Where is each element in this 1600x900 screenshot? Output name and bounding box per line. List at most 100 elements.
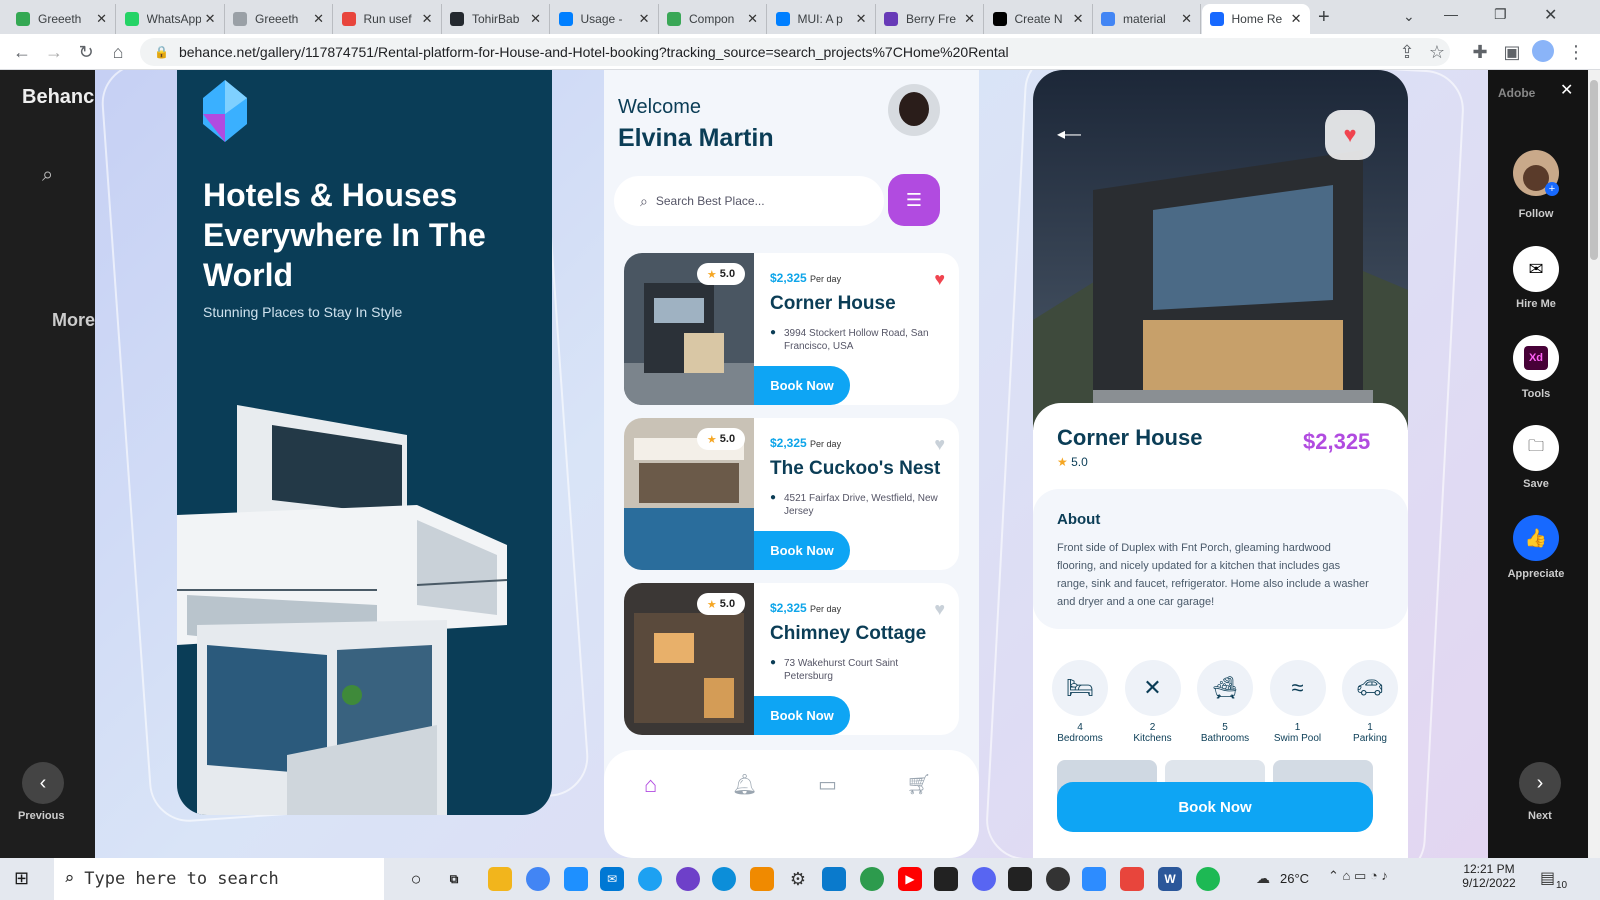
- heart-outline-icon[interactable]: ♥: [934, 434, 945, 455]
- tab-search-icon[interactable]: ⌄: [1403, 8, 1415, 25]
- tab-close-icon[interactable]: ✕: [1181, 11, 1192, 27]
- browser-tab[interactable]: Compon ✕: [659, 4, 767, 34]
- tab-close-icon[interactable]: ✕: [639, 11, 650, 27]
- discord-icon[interactable]: [972, 867, 996, 891]
- terminal-icon[interactable]: [934, 867, 958, 891]
- tab-close-icon[interactable]: ✕: [96, 11, 107, 27]
- hire-me-label[interactable]: Hire Me: [1488, 298, 1584, 310]
- edge-icon[interactable]: [712, 867, 736, 891]
- favorite-heart-icon[interactable]: ♥: [1325, 110, 1375, 160]
- figma-icon[interactable]: [1008, 867, 1032, 891]
- browser-tab[interactable]: Greeeth ✕: [8, 4, 116, 34]
- tab-close-icon[interactable]: ✕: [1291, 11, 1302, 27]
- follow-plus-icon[interactable]: +: [1545, 182, 1559, 196]
- tab-close-icon[interactable]: ✕: [856, 11, 867, 27]
- close-window-button[interactable]: ✕: [1544, 5, 1557, 25]
- youtube-icon[interactable]: ▶: [898, 867, 922, 891]
- wallet-icon[interactable]: ▭: [818, 772, 837, 797]
- browser-icon[interactable]: [860, 867, 884, 891]
- menu-icon[interactable]: ⋮: [1564, 40, 1588, 64]
- profile-avatar[interactable]: [1532, 40, 1554, 62]
- book-now-button[interactable]: Book Now: [754, 366, 850, 405]
- appreciate-label[interactable]: Appreciate: [1488, 568, 1584, 580]
- spotify-icon[interactable]: [1196, 867, 1220, 891]
- tab-close-icon[interactable]: ✕: [1073, 11, 1084, 27]
- back-arrow-icon[interactable]: ◂—: [1057, 124, 1081, 144]
- bookmark-star-icon[interactable]: ☆: [1425, 40, 1449, 64]
- back-icon[interactable]: ←: [10, 40, 34, 64]
- detail-book-now-button[interactable]: Book Now: [1057, 782, 1373, 832]
- task-view-icon[interactable]: ⧉: [442, 867, 466, 891]
- browser-tab[interactable]: Run usef ✕: [334, 4, 442, 34]
- previous-button[interactable]: ‹: [22, 762, 64, 804]
- vscode-icon[interactable]: [822, 867, 846, 891]
- cart-icon[interactable]: 🛒︎: [906, 772, 931, 797]
- follow-label[interactable]: Follow: [1488, 208, 1584, 220]
- github-desktop-icon[interactable]: [676, 867, 700, 891]
- cortana-icon[interactable]: ○: [404, 867, 428, 891]
- zoom-icon[interactable]: [1082, 867, 1106, 891]
- anydesk-icon[interactable]: [1120, 867, 1144, 891]
- listing-card[interactable]: ★ 5.0 $2,325 Per day The Cuckoo's Nest ● …: [624, 418, 959, 570]
- browser-tab[interactable]: material ✕: [1093, 4, 1201, 34]
- home-icon[interactable]: ⌂: [644, 772, 657, 798]
- browser-tab[interactable]: Create N ✕: [985, 4, 1093, 34]
- tools-button[interactable]: Xd: [1513, 335, 1559, 381]
- chrome-icon[interactable]: [526, 867, 550, 891]
- notifications-icon[interactable]: ▤: [1540, 868, 1555, 888]
- tab-close-icon[interactable]: ✕: [205, 11, 216, 27]
- mail-icon[interactable]: ✉: [1513, 246, 1559, 292]
- bell-icon[interactable]: 🔔︎: [732, 772, 757, 797]
- weather-temp[interactable]: 26°C: [1280, 871, 1309, 886]
- listing-card[interactable]: ★ 5.0 $2,325 Per day Corner House ● 3994 …: [624, 253, 959, 405]
- thumbs-up-icon[interactable]: 👍: [1513, 515, 1559, 561]
- forward-icon[interactable]: →: [42, 40, 66, 64]
- filter-button[interactable]: ☰: [888, 174, 940, 226]
- vlc-icon[interactable]: [750, 867, 774, 891]
- browser-tab[interactable]: Usage - ✕: [551, 4, 659, 34]
- scrollbar[interactable]: [1588, 70, 1600, 858]
- minimize-button[interactable]: —: [1444, 6, 1458, 22]
- browser-tab[interactable]: TohirBab ✕: [442, 4, 550, 34]
- browser-tab[interactable]: Berry Fre ✕: [876, 4, 984, 34]
- user-avatar[interactable]: [888, 84, 940, 136]
- system-tray-icons[interactable]: ⌃ ⌂ ▭ ◔ ♪: [1328, 868, 1388, 884]
- tab-close-icon[interactable]: ✕: [313, 11, 324, 27]
- browser-tab[interactable]: Home Re ✕: [1201, 4, 1310, 34]
- share-icon[interactable]: ⇪: [1395, 40, 1419, 64]
- book-now-button[interactable]: Book Now: [754, 531, 850, 570]
- tab-close-icon[interactable]: ✕: [964, 11, 975, 27]
- tools-label[interactable]: Tools: [1488, 388, 1584, 400]
- book-now-button[interactable]: Book Now: [754, 696, 850, 735]
- taskbar-search[interactable]: ⌕ Type here to search: [54, 858, 384, 900]
- clock[interactable]: 12:21 PM 9/12/2022: [1452, 862, 1526, 890]
- tab-close-icon[interactable]: ✕: [747, 11, 758, 27]
- word-icon[interactable]: W: [1158, 867, 1182, 891]
- windows-start-icon[interactable]: ⊞: [14, 868, 29, 889]
- sidepanel-icon[interactable]: ▣: [1500, 40, 1524, 64]
- address-bar[interactable]: 🔒 behance.net/gallery/117874751/Rental-p…: [140, 38, 1450, 66]
- tab-close-icon[interactable]: ✕: [530, 11, 541, 27]
- new-tab-button[interactable]: +: [1318, 6, 1330, 29]
- heart-filled-icon[interactable]: ♥: [934, 269, 945, 290]
- store-icon[interactable]: [564, 867, 588, 891]
- next-button[interactable]: ›: [1519, 762, 1561, 804]
- close-modal-icon[interactable]: ✕: [1560, 80, 1573, 100]
- twitter-icon[interactable]: [638, 867, 662, 891]
- browser-tab[interactable]: WhatsApp ✕: [117, 4, 225, 34]
- extensions-icon[interactable]: ✚: [1468, 40, 1492, 64]
- save-label[interactable]: Save: [1488, 478, 1584, 490]
- obs-icon[interactable]: [1046, 867, 1070, 891]
- folder-icon[interactable]: 🗀: [1513, 425, 1559, 471]
- browser-tab[interactable]: MUI: A p ✕: [768, 4, 876, 34]
- restore-button[interactable]: ❐: [1494, 6, 1507, 23]
- browser-tab[interactable]: Greeeth ✕: [225, 4, 333, 34]
- home-icon[interactable]: ⌂: [106, 40, 130, 64]
- search-input[interactable]: ⌕ Search Best Place...: [614, 176, 884, 226]
- tab-close-icon[interactable]: ✕: [422, 11, 433, 27]
- mail-icon[interactable]: ✉: [600, 867, 624, 891]
- listing-card[interactable]: ★ 5.0 $2,325 Per day Chimney Cottage ● 73…: [624, 583, 959, 735]
- heart-outline-icon[interactable]: ♥: [934, 599, 945, 620]
- settings-gear-icon[interactable]: ⚙: [786, 867, 810, 891]
- reload-icon[interactable]: ↻: [74, 40, 98, 64]
